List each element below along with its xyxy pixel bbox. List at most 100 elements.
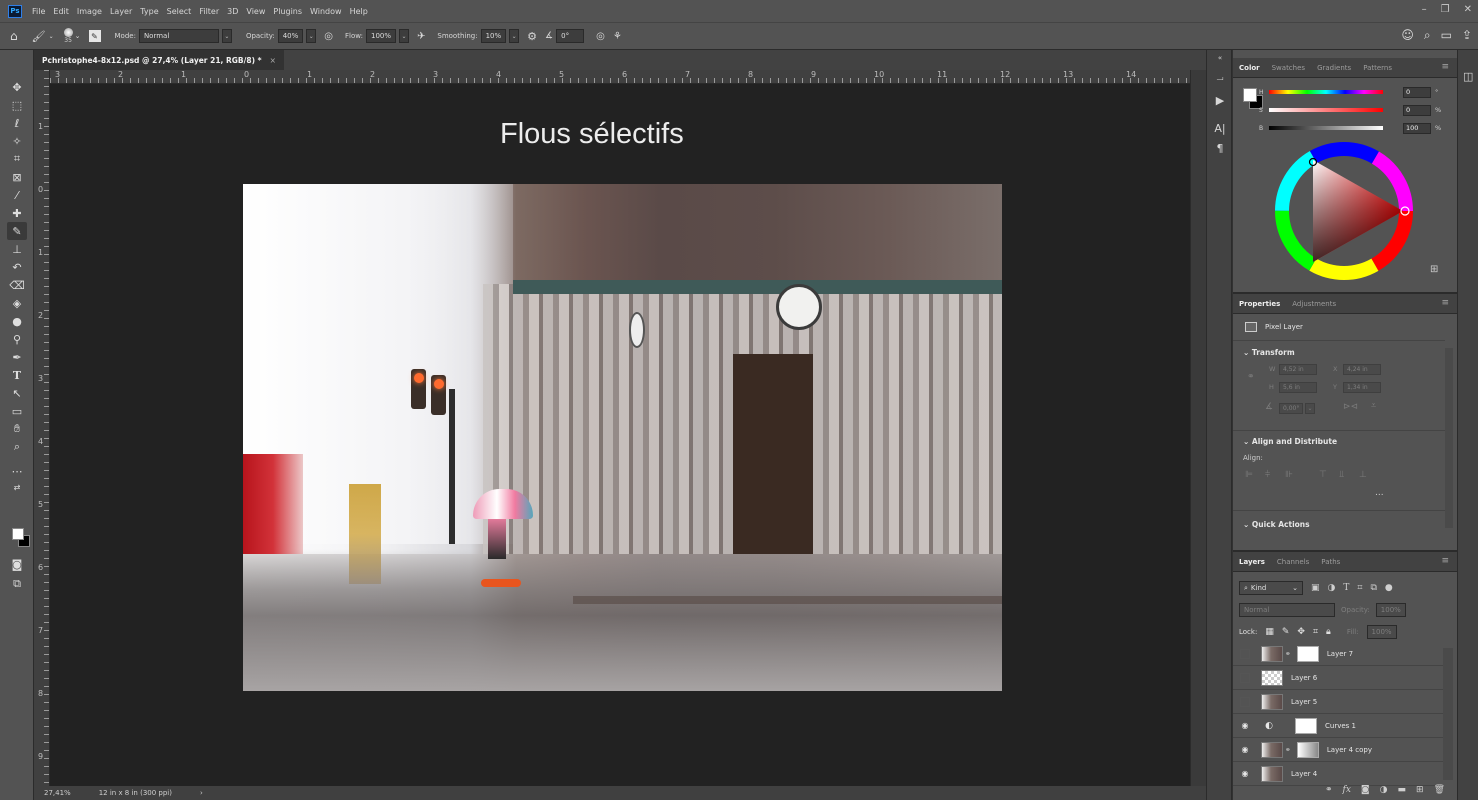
x-input[interactable]: 4,24 in [1343,364,1381,375]
saturation-input[interactable]: 0 [1403,104,1431,116]
paint-bucket-tool-icon[interactable]: ◈ [7,294,27,312]
filter-shape-icon[interactable]: ⌗ [1357,583,1362,593]
lock-image-pixels-icon[interactable]: ✎ [1282,627,1290,637]
smoothing-dropdown-icon[interactable]: ⌄ [509,29,520,43]
menu-image[interactable]: Image [73,7,106,16]
pen-tool-icon[interactable]: ✒︎ [7,348,27,366]
lock-position-icon[interactable]: ✥ [1297,627,1305,637]
align-right-edges-icon[interactable]: ⊪ [1285,470,1293,480]
brush-tool-icon[interactable]: ✎ [7,222,27,240]
filter-adjustment-icon[interactable]: ◑ [1328,583,1336,593]
lock-transparency-icon[interactable]: ▦ [1265,627,1274,637]
account-icon[interactable]: ☺︎ [1401,28,1414,43]
menu-select[interactable]: Select [163,7,196,16]
visibility-toggle[interactable] [1240,672,1250,683]
panel-menu-icon[interactable]: ≡ [1441,298,1449,308]
smoothing-input[interactable]: 10% [480,29,507,43]
minimize-icon[interactable]: – [1422,4,1427,15]
quick-actions-section-header[interactable]: ⌄ Quick Actions [1243,520,1310,529]
eye-icon[interactable]: ◉ [1237,742,1253,758]
color-wheel[interactable] [1273,140,1415,282]
saturation-slider[interactable] [1269,108,1383,112]
tab-layers[interactable]: Layers [1233,558,1271,566]
link-dimensions-icon[interactable]: ⚭ [1247,372,1255,382]
width-input[interactable]: 4,52 in [1279,364,1317,375]
tab-properties[interactable]: Properties [1233,300,1286,308]
delete-layer-trash-icon[interactable]: 🗑︎ [1434,785,1445,795]
y-input[interactable]: 1,34 in [1343,382,1381,393]
flip-horizontal-icon[interactable]: ⊳⊲ [1343,402,1358,412]
menu-3d[interactable]: 3D [223,7,242,16]
menu-filter[interactable]: Filter [195,7,223,16]
angle-dropdown-icon[interactable]: ⌄ [1305,403,1315,414]
close-tab-icon[interactable]: × [270,56,276,65]
layer-mask-thumbnail[interactable] [1296,741,1319,758]
dodge-tool-icon[interactable]: ⚲ [7,330,27,348]
layer-row-curves-1[interactable]: ◉ ◐ Curves 1 [1233,714,1443,738]
tab-adjustments[interactable]: Adjustments [1286,300,1342,308]
canvas-vertical-scrollbar[interactable] [1190,70,1206,786]
restore-icon[interactable]: ❐ [1441,4,1450,15]
rotation-angle-input[interactable]: 0,00° [1279,403,1303,414]
document-canvas[interactable]: Flous sélectifs [50,84,1190,786]
menu-file[interactable]: File [28,7,49,16]
menu-type[interactable]: Type [136,7,162,16]
new-adjustment-layer-icon[interactable]: ◑ [1380,785,1388,795]
link-layers-icon[interactable]: ⚭ [1325,785,1333,795]
height-input[interactable]: 5,6 in [1279,382,1317,393]
hand-tool-icon[interactable]: ✋︎ [7,420,27,438]
pressure-opacity-icon[interactable]: ◎ [324,31,333,42]
flip-vertical-icon[interactable]: ⩡ [1371,401,1376,411]
filter-toggle-icon[interactable]: ● [1385,583,1393,593]
filter-pixel-icon[interactable]: ▣ [1311,583,1320,593]
layer-opacity-input[interactable]: 100% [1375,603,1406,617]
swap-colors-icon[interactable]: ⇄ [7,478,27,496]
layer-mask-thumbnail[interactable] [1295,717,1317,734]
hue-input[interactable]: 0 [1403,86,1431,98]
chevron-down-icon[interactable]: ⌄ [75,32,81,40]
history-brush-tool-icon[interactable]: ↶ [7,258,27,276]
menu-help[interactable]: Help [346,7,372,16]
eraser-tool-icon[interactable]: ⌫ [7,276,27,294]
layer-row-layer-7[interactable]: ⚭ Layer 7 [1233,642,1443,666]
healing-brush-tool-icon[interactable]: ✚ [7,204,27,222]
smoothing-options-gear-icon[interactable]: ⚙︎ [527,30,537,43]
character-panel-icon[interactable]: A| [1212,120,1228,136]
flow-dropdown-icon[interactable]: ⌄ [399,29,409,43]
workspace-icon[interactable]: ▭ [1441,28,1452,43]
properties-scrollbar[interactable] [1445,348,1453,528]
align-top-edges-icon[interactable]: ⊤ [1319,470,1327,480]
panel-menu-icon[interactable]: ≡ [1441,62,1449,72]
more-align-options-button[interactable]: ... [1375,488,1384,498]
menu-edit[interactable]: Edit [49,7,73,16]
quick-selection-tool-icon[interactable]: ✧ [7,132,27,150]
mode-dropdown-icon[interactable]: ⌄ [221,29,232,43]
menu-layer[interactable]: Layer [106,7,136,16]
transform-section-header[interactable]: ⌄ Transform [1243,348,1295,357]
airbrush-icon[interactable]: ✈︎ [417,31,425,42]
visibility-toggle[interactable] [1240,648,1250,659]
tab-color[interactable]: Color [1233,64,1266,72]
crop-tool-icon[interactable]: ⌗ [7,150,27,168]
visibility-toggle[interactable] [1240,696,1250,707]
align-horizontal-centers-icon[interactable]: ⫩ [1265,470,1270,480]
layer-filter-select[interactable]: ⌕ Kind ⌄ [1239,581,1303,595]
align-bottom-edges-icon[interactable]: ⊥ [1359,470,1367,480]
lock-artboard-icon[interactable]: ⌗ [1313,627,1318,637]
collapse-dock-icon[interactable]: « [1212,50,1228,66]
opacity-input[interactable]: 40% [277,29,304,43]
layers-scrollbar[interactable] [1443,648,1453,780]
layer-row-layer-5[interactable]: Layer 5 [1233,690,1443,714]
brush-angle-input[interactable]: 0° [556,29,585,43]
quick-mask-icon[interactable]: ◙ [7,555,27,573]
align-distribute-section-header[interactable]: ⌄ Align and Distribute [1243,437,1337,446]
eye-icon[interactable]: ◉ [1237,718,1253,734]
brush-size-picker[interactable]: 35 [63,28,73,44]
layer-style-fx-icon[interactable]: fx [1342,785,1350,795]
layer-row-layer-4-copy[interactable]: ◉ ⚭ Layer 4 copy [1233,738,1443,762]
eyedropper-tool-icon[interactable]: ⁄ [7,186,27,204]
mask-link-icon[interactable]: ⚭ [1285,746,1291,754]
path-selection-tool-icon[interactable]: ↖ [7,384,27,402]
filter-type-icon[interactable]: T [1343,583,1349,593]
status-menu-arrow[interactable]: › [200,789,203,797]
